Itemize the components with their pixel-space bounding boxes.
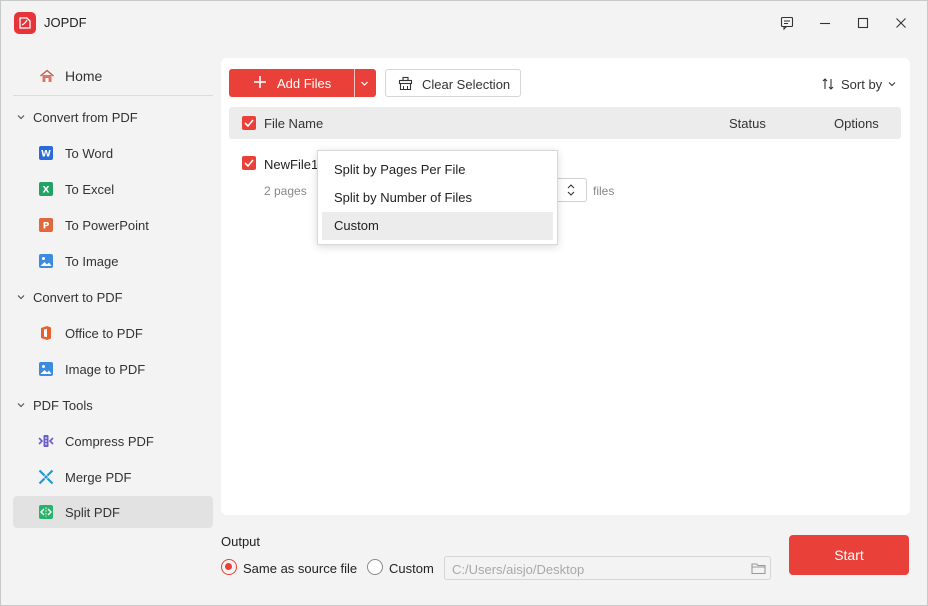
chevron-down-icon bbox=[888, 82, 896, 87]
image-icon bbox=[39, 254, 53, 268]
custom-output-radio[interactable] bbox=[367, 559, 383, 575]
dropdown-option-number-of-files[interactable]: Split by Number of Files bbox=[322, 184, 553, 212]
file-page-count: 2 pages bbox=[264, 184, 307, 198]
office-icon bbox=[41, 326, 51, 340]
custom-output-label: Custom bbox=[389, 561, 434, 576]
sidebar: Home Convert from PDF W To Word X To Exc… bbox=[1, 45, 221, 605]
minimize-icon[interactable] bbox=[815, 13, 835, 33]
split-mode-dropdown: Split by Pages Per File Split by Number … bbox=[317, 150, 558, 245]
column-file-name: File Name bbox=[264, 116, 324, 131]
sort-by-label: Sort by bbox=[841, 77, 883, 92]
checkmark-icon bbox=[244, 159, 254, 168]
dropdown-option-custom[interactable]: Custom bbox=[322, 212, 553, 240]
sidebar-group-convert-to-pdf[interactable]: Convert to PDF bbox=[13, 285, 213, 309]
chevron-down-icon bbox=[17, 295, 25, 300]
sidebar-item-label: Office to PDF bbox=[65, 325, 143, 341]
dropdown-option-pages-per-file[interactable]: Split by Pages Per File bbox=[322, 156, 553, 184]
app-window: JOPDF Home Convert from PDF W To Word X … bbox=[0, 0, 928, 606]
file-name: NewFile1 bbox=[264, 157, 319, 172]
sidebar-item-compress-pdf[interactable]: Compress PDF bbox=[13, 425, 213, 457]
add-files-label: Add Files bbox=[277, 76, 332, 91]
select-all-checkbox[interactable] bbox=[242, 116, 256, 130]
clear-selection-label: Clear Selection bbox=[422, 77, 511, 92]
sidebar-item-label: Split PDF bbox=[65, 504, 120, 520]
output-path-text: C:/Users/aisjo/Desktop bbox=[452, 562, 585, 577]
sidebar-item-split-pdf[interactable]: Split PDF bbox=[13, 496, 213, 528]
button-separator bbox=[354, 69, 355, 97]
compress-icon bbox=[38, 435, 54, 447]
same-as-source-radio[interactable] bbox=[221, 559, 237, 575]
sidebar-item-merge-pdf[interactable]: Merge PDF bbox=[13, 461, 213, 493]
sidebar-group-convert-from-pdf[interactable]: Convert from PDF bbox=[13, 105, 213, 129]
stepper-arrows-icon bbox=[567, 184, 575, 196]
chevron-down-icon bbox=[17, 115, 25, 120]
svg-text:X: X bbox=[43, 186, 50, 196]
powerpoint-icon: P bbox=[39, 218, 53, 232]
plus-icon bbox=[254, 76, 266, 88]
maximize-icon[interactable] bbox=[853, 13, 873, 33]
sidebar-item-label: To Excel bbox=[65, 181, 115, 197]
sidebar-item-label: To Image bbox=[65, 253, 119, 269]
excel-icon: X bbox=[39, 182, 53, 196]
app-title: JOPDF bbox=[44, 15, 87, 30]
word-icon: W bbox=[39, 146, 53, 160]
table-header: File Name Status Options bbox=[229, 107, 901, 139]
folder-icon[interactable] bbox=[751, 561, 766, 575]
close-icon[interactable] bbox=[891, 13, 911, 33]
image-icon bbox=[39, 362, 53, 376]
split-count-stepper[interactable] bbox=[557, 178, 587, 202]
sidebar-item-to-powerpoint[interactable]: P To PowerPoint bbox=[13, 209, 213, 241]
sidebar-item-label: Home bbox=[65, 68, 103, 84]
sidebar-item-label: To PowerPoint bbox=[65, 217, 149, 233]
title-bar: JOPDF bbox=[1, 1, 927, 45]
sidebar-item-to-word[interactable]: W To Word bbox=[13, 137, 213, 169]
sidebar-item-label: Compress PDF bbox=[65, 433, 154, 449]
sort-by-button[interactable]: Sort by bbox=[821, 76, 901, 92]
sidebar-item-to-excel[interactable]: X To Excel bbox=[13, 173, 213, 205]
chevron-down-icon bbox=[17, 403, 25, 408]
sidebar-group-pdf-tools[interactable]: PDF Tools bbox=[13, 393, 213, 417]
chevron-down-icon[interactable] bbox=[360, 79, 369, 88]
group-label: Convert to PDF bbox=[33, 289, 123, 305]
output-label: Output bbox=[221, 534, 261, 549]
split-icon bbox=[39, 505, 53, 519]
app-logo-icon bbox=[14, 12, 36, 34]
sidebar-item-to-image[interactable]: To Image bbox=[13, 245, 213, 277]
start-button[interactable]: Start bbox=[789, 535, 909, 575]
sidebar-divider bbox=[13, 95, 213, 96]
column-options: Options bbox=[834, 116, 879, 131]
sidebar-item-office-to-pdf[interactable]: Office to PDF bbox=[13, 317, 213, 349]
group-label: PDF Tools bbox=[33, 397, 93, 413]
output-path-input[interactable]: C:/Users/aisjo/Desktop bbox=[444, 556, 771, 580]
sidebar-item-label: Image to PDF bbox=[65, 361, 146, 377]
file-panel: Add Files Clear Selection Sort by File N… bbox=[221, 58, 910, 515]
home-icon bbox=[40, 69, 54, 82]
clear-icon bbox=[398, 76, 413, 91]
add-files-button[interactable]: Add Files bbox=[229, 69, 376, 97]
feedback-icon[interactable] bbox=[777, 13, 797, 33]
column-status: Status bbox=[729, 116, 766, 131]
row-checkbox[interactable] bbox=[242, 156, 256, 170]
same-as-source-label: Same as source file bbox=[243, 561, 358, 576]
group-label: Convert from PDF bbox=[33, 109, 138, 125]
svg-text:P: P bbox=[43, 222, 50, 232]
split-unit-label: files bbox=[593, 184, 615, 198]
sidebar-item-label: To Word bbox=[65, 145, 114, 161]
svg-text:W: W bbox=[41, 150, 51, 160]
sort-icon bbox=[822, 78, 834, 90]
sidebar-item-home[interactable]: Home bbox=[13, 60, 213, 92]
checkmark-icon bbox=[244, 119, 254, 128]
clear-selection-button[interactable]: Clear Selection bbox=[385, 69, 521, 97]
sidebar-item-image-to-pdf[interactable]: Image to PDF bbox=[13, 353, 213, 385]
sidebar-item-label: Merge PDF bbox=[65, 469, 132, 485]
merge-icon bbox=[38, 469, 54, 485]
